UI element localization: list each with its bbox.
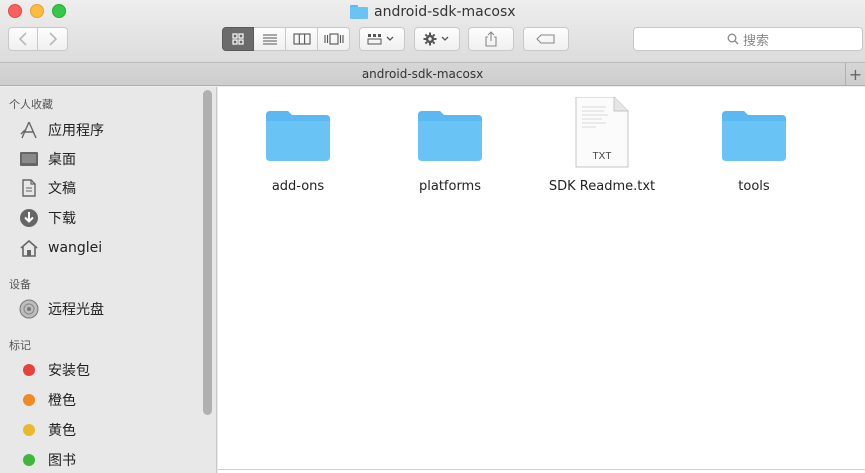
sidebar-item-tag-orange[interactable]: 橙色 xyxy=(18,389,76,411)
documents-icon xyxy=(18,177,40,199)
chevron-right-icon xyxy=(48,32,57,46)
tag-icon xyxy=(536,34,555,44)
file-name: add-ons xyxy=(271,179,325,194)
home-icon xyxy=(18,237,40,259)
view-mode-switcher xyxy=(222,27,350,51)
folder-icon xyxy=(262,97,334,173)
file-item-add-ons[interactable]: add-ons xyxy=(228,97,368,194)
sidebar-item-label: 文稿 xyxy=(48,181,76,197)
search-field[interactable]: 搜索 xyxy=(633,27,863,51)
sidebar-header-devices: 设备 xyxy=(9,278,31,291)
file-browser: add-ons platforms TXT SDK Readme.txt too… xyxy=(218,87,865,473)
cover-flow-icon xyxy=(323,33,344,45)
sidebar-item-downloads[interactable]: 下载 xyxy=(18,207,76,229)
sidebar-item-label: 安装包 xyxy=(48,363,90,379)
folder-icon xyxy=(718,97,790,173)
applications-icon xyxy=(18,119,40,141)
tab-bar: android-sdk-macosx + xyxy=(0,62,865,86)
file-item-platforms[interactable]: platforms xyxy=(380,97,520,194)
folder-icon xyxy=(350,5,368,19)
cover-flow-view-button[interactable] xyxy=(318,27,350,51)
sidebar-item-desktop[interactable]: 桌面 xyxy=(18,148,76,170)
red-tag-icon xyxy=(18,359,40,381)
sidebar-header-favorites: 个人收藏 xyxy=(9,98,53,111)
sidebar-item-tag-red[interactable]: 安装包 xyxy=(18,359,90,381)
remote-disc-icon xyxy=(18,298,40,320)
arrange-icon xyxy=(367,34,394,45)
chevron-left-icon xyxy=(18,32,27,46)
desktop-icon xyxy=(18,148,40,170)
action-menu-button[interactable] xyxy=(414,27,460,51)
icon-view-button[interactable] xyxy=(222,27,254,51)
toolbar: android-sdk-macosx 搜索 xyxy=(0,0,865,62)
sidebar: 个人收藏 应用程序 桌面 文稿 下载 wanglei 设备 远程光盘 标记 安装… xyxy=(0,87,217,473)
edit-tags-button[interactable] xyxy=(523,27,569,51)
new-tab-button[interactable]: + xyxy=(845,63,865,85)
sidebar-item-home[interactable]: wanglei xyxy=(18,237,102,259)
icon-view-icon xyxy=(232,33,244,45)
sidebar-item-label: 橙色 xyxy=(48,393,76,409)
sidebar-scrollbar[interactable] xyxy=(203,90,212,415)
window-title: android-sdk-macosx xyxy=(350,2,516,22)
sidebar-item-label: 下载 xyxy=(48,211,76,227)
content-bottom-divider xyxy=(218,469,865,470)
column-view-icon xyxy=(292,33,311,45)
tab-title[interactable]: android-sdk-macosx xyxy=(0,67,845,81)
zoom-window-button[interactable] xyxy=(52,4,66,18)
sidebar-item-label: 桌面 xyxy=(48,152,76,168)
sidebar-item-label: 应用程序 xyxy=(48,123,104,139)
share-button[interactable] xyxy=(468,27,514,51)
file-name: platforms xyxy=(418,179,481,194)
sidebar-item-tag-yellow[interactable]: 黄色 xyxy=(18,419,76,441)
search-placeholder: 搜索 xyxy=(742,33,769,49)
sidebar-item-remote-disc[interactable]: 远程光盘 xyxy=(18,298,104,320)
arrange-menu-button[interactable] xyxy=(359,27,405,51)
back-button[interactable] xyxy=(8,27,38,51)
sidebar-item-label: 图书 xyxy=(48,453,76,469)
navigation-buttons xyxy=(8,27,68,51)
sidebar-item-applications[interactable]: 应用程序 xyxy=(18,119,104,141)
column-view-button[interactable] xyxy=(286,27,318,51)
forward-button[interactable] xyxy=(38,27,68,51)
file-name: SDK Readme.txt xyxy=(548,179,656,194)
sidebar-item-documents[interactable]: 文稿 xyxy=(18,177,76,199)
list-view-icon xyxy=(262,34,277,45)
share-icon xyxy=(485,31,497,47)
green-tag-icon xyxy=(18,449,40,471)
file-type-badge: TXT xyxy=(593,151,612,162)
minimize-window-button[interactable] xyxy=(30,4,44,18)
orange-tag-icon xyxy=(18,389,40,411)
file-item-tools[interactable]: tools xyxy=(684,97,824,194)
downloads-icon xyxy=(18,207,40,229)
sidebar-item-tag-green[interactable]: 图书 xyxy=(18,449,76,471)
file-item-sdk-readme[interactable]: TXT SDK Readme.txt xyxy=(532,96,672,194)
folder-icon xyxy=(414,97,486,173)
window-title-text: android-sdk-macosx xyxy=(374,4,516,20)
sidebar-item-label: 黄色 xyxy=(48,423,76,439)
list-view-button[interactable] xyxy=(254,27,286,51)
search-icon xyxy=(727,33,739,45)
yellow-tag-icon xyxy=(18,419,40,441)
file-name: tools xyxy=(738,179,770,194)
gear-icon xyxy=(423,32,449,46)
sidebar-header-tags: 标记 xyxy=(9,339,31,352)
finder-window: android-sdk-macosx 搜索 android-sdk-macosx… xyxy=(0,0,865,473)
text-document-icon: TXT xyxy=(566,96,638,173)
sidebar-item-label: wanglei xyxy=(48,240,103,256)
close-window-button[interactable] xyxy=(8,4,22,18)
sidebar-item-label: 远程光盘 xyxy=(48,302,104,318)
